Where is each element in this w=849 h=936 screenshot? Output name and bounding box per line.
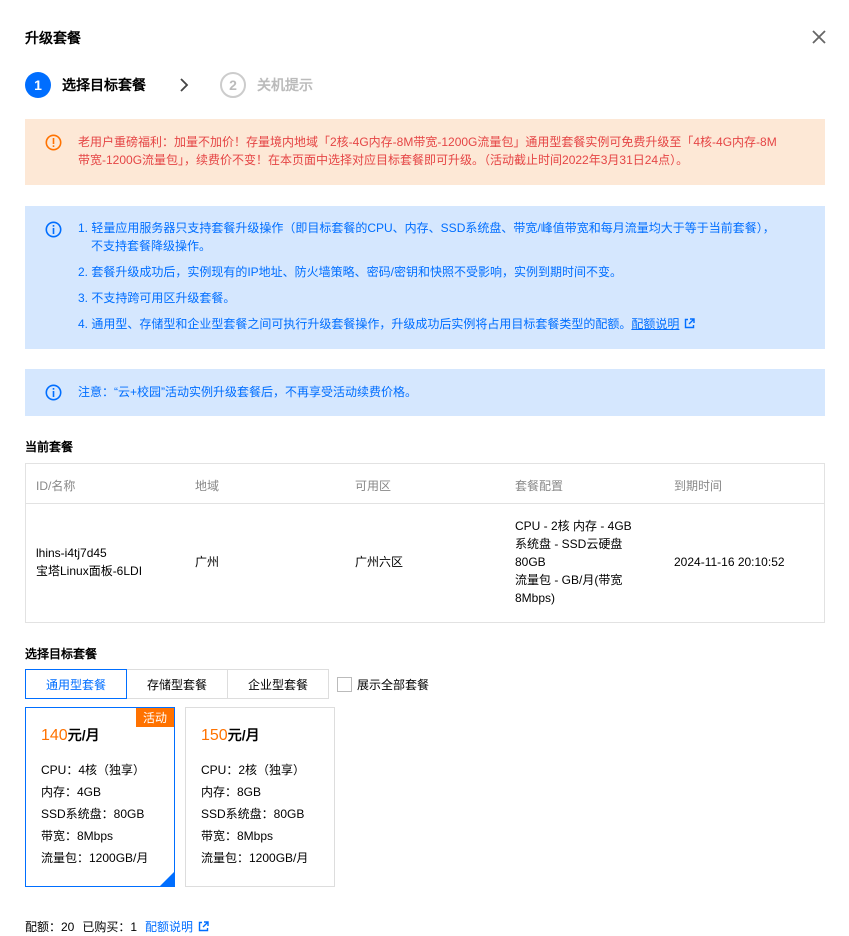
spec-cpu: CPU：4核（独享） (41, 763, 146, 777)
config-line: 8Mbps) (515, 591, 556, 605)
plan-card-1[interactable]: 活动 140元/月 CPU：4核（独享） 内存：4GB SSD系统盘：80GB … (25, 707, 175, 887)
header-id: ID/名称 (36, 479, 76, 493)
config-line: 流量包 - GB/月(带宽 (515, 573, 623, 587)
instance-region: 广州 (195, 555, 220, 569)
quota-bought: 已购买：1 (82, 920, 138, 934)
spec-traffic: 流量包：1200GB/月 (41, 851, 149, 865)
rule-item-2: 2. 套餐升级成功后，实例现有的IP地址、防火墙策略、密码/密钥和快照不受影响，… (78, 265, 623, 279)
header-expire: 到期时间 (674, 479, 723, 493)
promo-line-2: 带宽-1200G流量包」，续费价不变！在本页面中选择对应目标套餐即可升级。（活动… (78, 153, 689, 167)
campus-note-alert: 注意：“云+校园”活动实例升级套餐后，不再享受活动续费价格。 (25, 369, 825, 416)
rule-item-3: 3. 不支持跨可用区升级套餐。 (78, 291, 236, 305)
price-amount: 150 (201, 727, 228, 744)
spec-traffic: 流量包：1200GB/月 (201, 851, 309, 865)
instance-id-name: lhins-i4tj7d45 宝塔Linux面板-6LDI (36, 544, 142, 580)
rule-item-4: 4. 通用型、存储型和企业型套餐之间可执行升级套餐操作，升级成功后实例将占用目标… (78, 315, 785, 333)
instance-expire: 2024-11-16 20:10:52 (674, 555, 785, 569)
upgrade-rules-alert: 1. 轻量应用服务器只支持套餐升级操作（即目标套餐的CPU、内存、SSD系统盘、… (25, 206, 825, 349)
price-unit: 元/月 (227, 727, 260, 743)
step-1-number: 1 (25, 72, 51, 98)
current-plan-table: ID/名称 地域 可用区 套餐配置 到期时间 lhins-i4tj7d45 宝塔… (25, 463, 825, 623)
price-amount: 140 (41, 727, 68, 744)
plan-price: 140元/月 (41, 725, 174, 745)
external-link-icon[interactable] (198, 921, 209, 932)
header-config: 套餐配置 (515, 479, 564, 493)
show-all-label: 展示全部套餐 (357, 678, 430, 692)
promo-badge: 活动 (135, 708, 174, 727)
checkbox-box[interactable] (337, 677, 352, 692)
close-icon[interactable] (810, 28, 828, 46)
spec-memory: 内存：4GB (41, 785, 102, 799)
rule-item-1: 1. 轻量应用服务器只支持套餐升级操作（即目标套餐的CPU、内存、SSD系统盘、… (78, 219, 785, 255)
tab-enterprise[interactable]: 企业型套餐 (227, 669, 329, 699)
config-line: 系统盘 - SSD云硬盘 (515, 537, 623, 551)
header-zone: 可用区 (355, 479, 392, 493)
current-plan-title: 当前套餐 (25, 440, 74, 454)
show-all-plans-checkbox[interactable]: 展示全部套餐 (337, 676, 429, 693)
instance-zone: 广州六区 (355, 555, 404, 569)
tab-storage[interactable]: 存储型套餐 (126, 669, 228, 699)
rule-item-4-text: 4. 通用型、存储型和企业型套餐之间可执行升级套餐操作，升级成功后实例将占用目标… (78, 317, 632, 331)
quota-total: 配额：20 (25, 920, 75, 934)
dialog-title: 升级套餐 (25, 30, 81, 46)
spec-disk: SSD系统盘：80GB (201, 807, 305, 821)
plan-type-tabs: 通用型套餐 存储型套餐 企业型套餐 (25, 669, 329, 699)
config-line: 80GB (515, 555, 546, 569)
chevron-right-icon (180, 78, 189, 92)
promo-alert: 老用户重磅福利：加量不加价！存量境内地域「2核-4G内存-8M带宽-1200G流… (25, 119, 825, 185)
spec-disk: SSD系统盘：80GB (41, 807, 145, 821)
table-header: ID/名称 地域 可用区 套餐配置 到期时间 (26, 464, 824, 504)
config-line: CPU - 2核 内存 - 4GB (515, 519, 632, 533)
rule-item-1-text: 1. 轻量应用服务器只支持套餐升级操作（即目标套餐的CPU、内存、SSD系统盘、… (78, 221, 775, 235)
rule-item-1-continuation: 不支持套餐降级操作。 (91, 239, 212, 253)
quota-info-link[interactable]: 配额说明 (631, 317, 679, 331)
step-1-label: 选择目标套餐 (62, 77, 146, 93)
table-row: lhins-i4tj7d45 宝塔Linux面板-6LDI 广州 广州六区 CP… (26, 504, 824, 622)
selected-check-icon (160, 872, 174, 886)
step-2-number: 2 (220, 72, 246, 98)
instance-config: CPU - 2核 内存 - 4GB 系统盘 - SSD云硬盘 80GB 流量包 … (515, 517, 632, 607)
plan-price: 150元/月 (201, 725, 334, 745)
instance-id: lhins-i4tj7d45 (36, 546, 107, 560)
tab-general[interactable]: 通用型套餐 (25, 669, 127, 699)
spec-bandwidth: 带宽：8Mbps (201, 829, 274, 843)
info-icon (45, 221, 62, 238)
price-unit: 元/月 (67, 727, 100, 743)
spec-bandwidth: 带宽：8Mbps (41, 829, 114, 843)
spec-cpu: CPU：2核（独享） (201, 763, 306, 777)
step-2-label: 关机提示 (257, 77, 313, 93)
stepper: 1 选择目标套餐 2 关机提示 (25, 72, 313, 98)
header-region: 地域 (195, 479, 220, 493)
campus-note-text: 注意：“云+校园”活动实例升级套餐后，不再享受活动续费价格。 (78, 385, 418, 399)
external-link-icon[interactable] (684, 318, 696, 329)
plan-card-2[interactable]: 150元/月 CPU：2核（独享） 内存：8GB SSD系统盘：80GB 带宽：… (185, 707, 335, 887)
warning-icon (45, 134, 62, 151)
quota-info-link[interactable]: 配额说明 (145, 918, 193, 935)
info-icon (45, 384, 62, 401)
quota-footer: 配额：20 已购买：1 配额说明 (25, 918, 209, 935)
promo-line-1: 老用户重磅福利：加量不加价！存量境内地域「2核-4G内存-8M带宽-1200G流… (78, 135, 777, 149)
spec-memory: 内存：8GB (201, 785, 262, 799)
instance-name: 宝塔Linux面板-6LDI (36, 564, 143, 578)
target-plan-title: 选择目标套餐 (25, 647, 98, 661)
